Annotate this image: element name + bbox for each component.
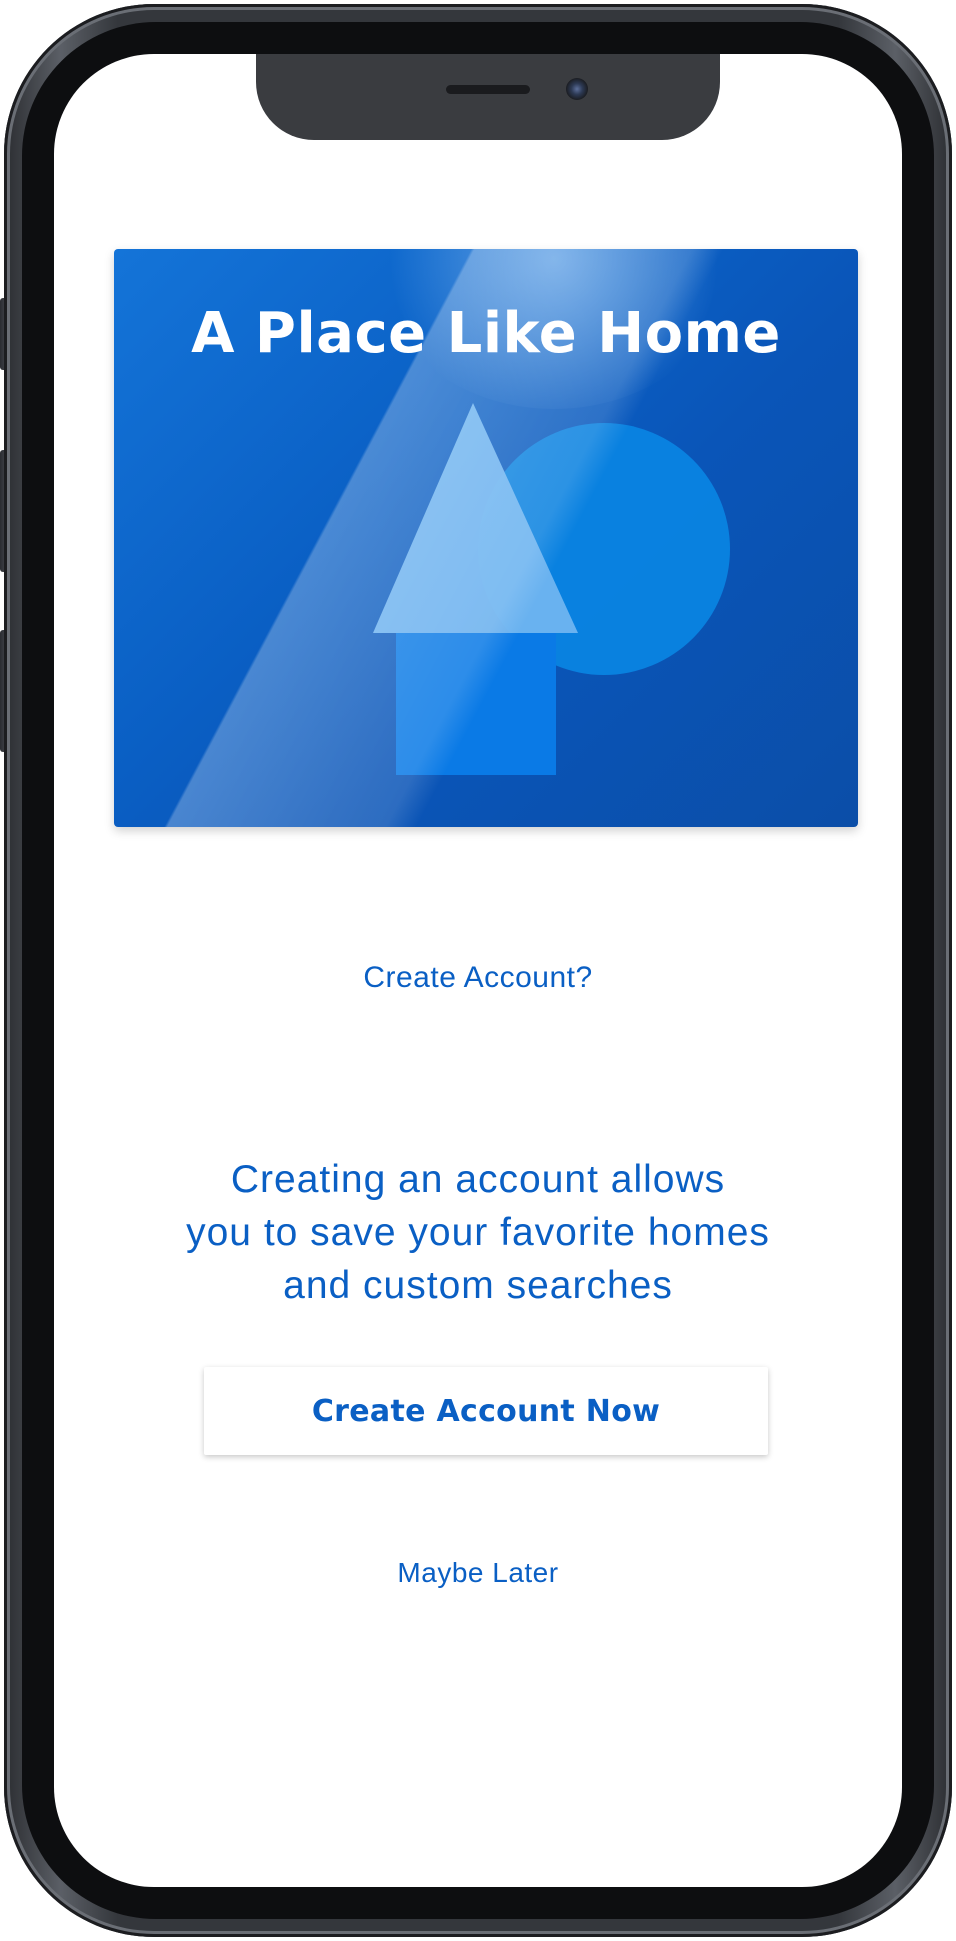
description-line-2: you to save your favorite homes bbox=[186, 1211, 770, 1254]
hero-banner: A Place Like Home bbox=[114, 249, 858, 827]
device-notch bbox=[256, 54, 720, 140]
create-account-prompt: Create Account? bbox=[54, 961, 902, 995]
speaker-grille bbox=[446, 85, 530, 94]
app-screen: A Place Like Home Create Account? Creati… bbox=[54, 54, 902, 1887]
description-line-3: and custom searches bbox=[283, 1264, 673, 1307]
description-line-1: Creating an account allows bbox=[230, 1158, 726, 1201]
create-account-now-button[interactable]: Create Account Now bbox=[204, 1367, 768, 1455]
maybe-later-container: Maybe Later bbox=[54, 1557, 902, 1589]
maybe-later-link[interactable]: Maybe Later bbox=[397, 1557, 558, 1588]
account-benefits-description: Creating an account allows you to save y… bbox=[54, 1153, 902, 1312]
create-account-prompt-link[interactable]: Create Account? bbox=[363, 961, 592, 994]
front-camera bbox=[566, 78, 588, 100]
phone-frame: A Place Like Home Create Account? Creati… bbox=[4, 4, 952, 1937]
hero-title: A Place Like Home bbox=[191, 301, 781, 366]
